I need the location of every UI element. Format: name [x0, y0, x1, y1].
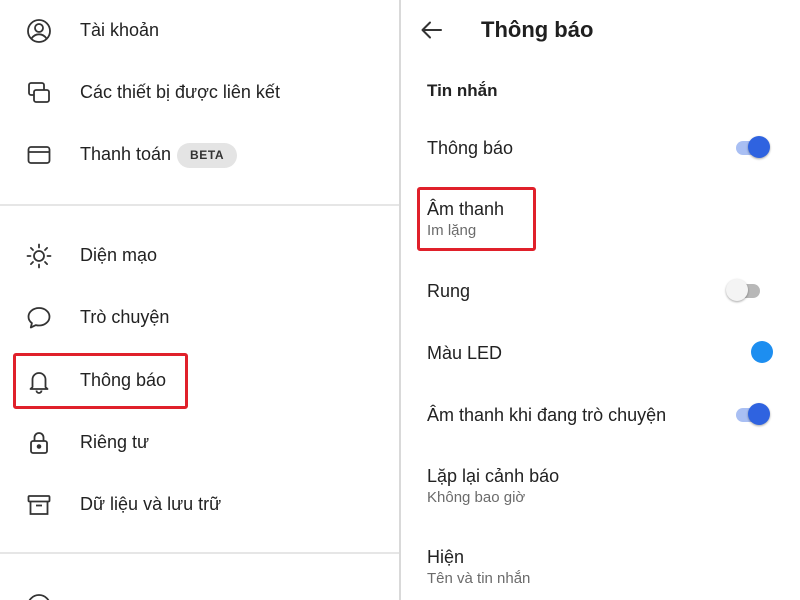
menu-label-account: Tài khoản: [80, 20, 160, 40]
setting-value: Không bao giờ: [427, 489, 526, 506]
page-title: Thông báo: [481, 17, 594, 42]
app-bar: Thông báo: [401, 0, 800, 60]
beta-badge: BETA: [177, 143, 238, 168]
notifications-toggle[interactable]: [734, 136, 772, 160]
setting-vibrate[interactable]: Rung: [401, 262, 800, 318]
setting-notifications[interactable]: Thông báo: [401, 120, 800, 176]
menu-label-linked-devices: Các thiết bị được liên kết: [80, 82, 280, 102]
section-divider: [0, 552, 399, 554]
setting-value: Tên và tin nhắn: [427, 570, 531, 587]
setting-title: Thông báo: [427, 138, 514, 158]
section-divider: [0, 204, 399, 206]
menu-item-account[interactable]: Tài khoản: [0, 5, 399, 55]
in-chat-sounds-toggle[interactable]: [734, 403, 772, 427]
chat-bubble-icon: [26, 305, 52, 331]
menu-item-payments[interactable]: Thanh toán BETA: [0, 129, 399, 179]
menu-label-chats: Trò chuyện: [80, 307, 170, 327]
notifications-screen: Thông báo Tin nhắn Thông báo Âm thanh Im…: [401, 0, 800, 600]
menu-label-data-storage: Dữ liệu và lưu trữ: [80, 494, 222, 514]
menu-item-partial[interactable]: [0, 580, 399, 600]
section-header-messages: Tin nhắn: [427, 81, 498, 100]
settings-menu: Tài khoản Các thiết bị được liên kết Tha…: [0, 0, 401, 600]
setting-title: Âm thanh khi đang trò chuyện: [427, 405, 667, 425]
lock-icon: [26, 430, 52, 456]
setting-title: Rung: [427, 281, 471, 301]
appearance-icon: [26, 243, 52, 269]
setting-show[interactable]: Hiện Tên và tin nhắn: [401, 534, 800, 598]
menu-label-appearance: Diện mạo: [80, 245, 158, 265]
back-arrow-icon[interactable]: [419, 17, 445, 43]
payment-card-icon: [26, 142, 52, 168]
highlight-box: [13, 353, 188, 409]
linked-devices-icon: [26, 80, 52, 106]
setting-title: Hiện: [427, 547, 465, 567]
help-icon: [26, 593, 52, 600]
menu-label-payments: Thanh toán: [80, 144, 172, 164]
archive-icon: [26, 492, 52, 518]
menu-item-privacy[interactable]: Riêng tư: [0, 417, 399, 467]
setting-repeat-alerts[interactable]: Lặp lại cảnh báo Không bao giờ: [401, 453, 800, 517]
menu-item-linked-devices[interactable]: Các thiết bị được liên kết: [0, 67, 399, 117]
menu-item-data-storage[interactable]: Dữ liệu và lưu trữ: [0, 479, 399, 529]
led-color-swatch: [751, 341, 773, 363]
setting-in-chat-sounds[interactable]: Âm thanh khi đang trò chuyện: [401, 388, 800, 444]
setting-led-color[interactable]: Màu LED: [401, 325, 800, 381]
vibrate-toggle[interactable]: [726, 279, 764, 303]
highlight-box: [417, 187, 536, 251]
menu-label-privacy: Riêng tư: [80, 432, 150, 452]
menu-item-chats[interactable]: Trò chuyện: [0, 292, 399, 342]
menu-item-appearance[interactable]: Diện mạo: [0, 230, 399, 280]
setting-title: Lặp lại cảnh báo: [427, 466, 560, 486]
account-icon: [26, 18, 52, 44]
setting-title: Màu LED: [427, 343, 503, 363]
